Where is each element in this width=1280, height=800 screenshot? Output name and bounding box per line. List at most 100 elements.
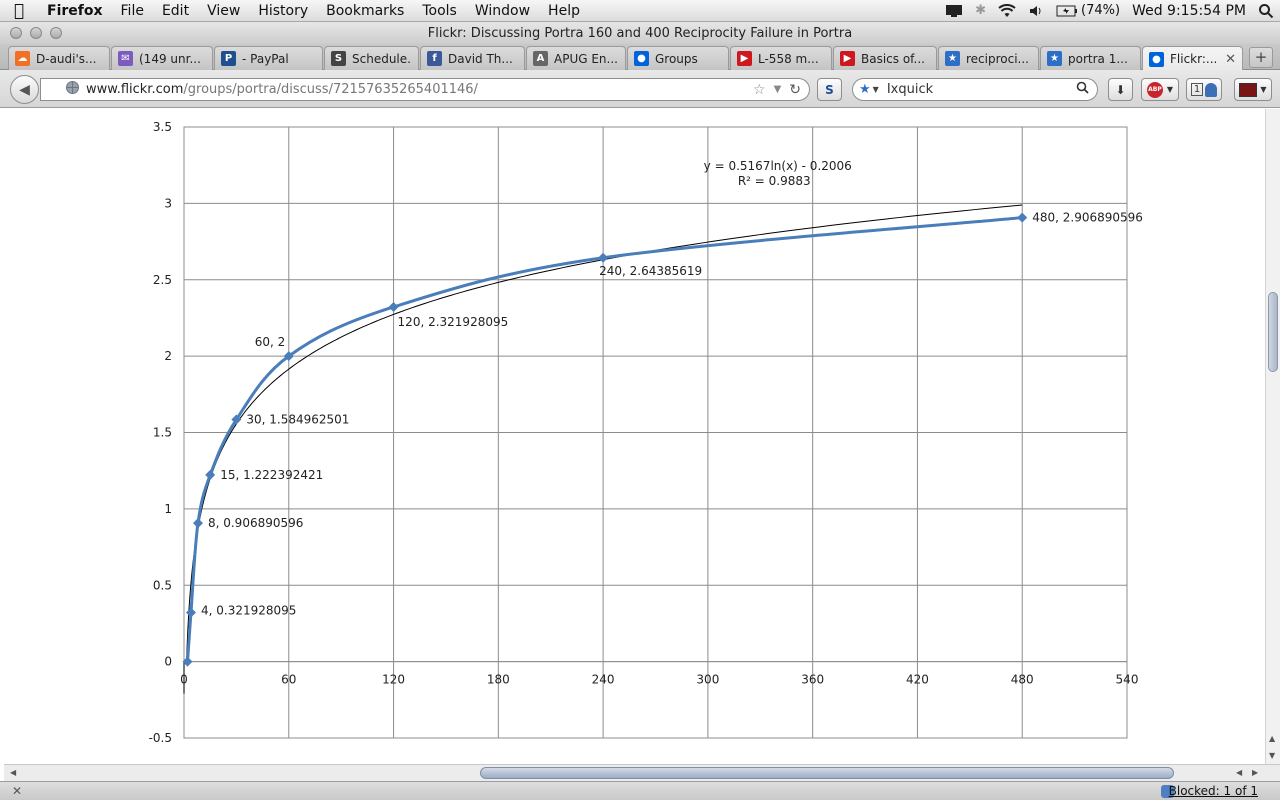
reload-icon[interactable]: ↻ — [789, 82, 801, 98]
tab-label: Schedule... — [352, 51, 412, 66]
tab-4[interactable]: S Schedule... — [324, 46, 419, 70]
display-icon[interactable] — [939, 4, 969, 18]
x-tick-label: 120 — [382, 673, 405, 687]
tab-1[interactable]: ☁ D-audi's... — [8, 46, 110, 70]
volume-icon[interactable] — [1022, 4, 1050, 18]
facebook-icon: f — [427, 51, 442, 66]
zoom-window-button[interactable] — [50, 27, 62, 39]
downloads-button[interactable]: ⬇ — [1108, 78, 1133, 101]
tab-2[interactable]: ✉ (149 unr... — [111, 46, 213, 70]
x-tick-label: 480 — [1011, 673, 1034, 687]
menu-help[interactable]: Help — [539, 0, 589, 22]
menu-history[interactable]: History — [249, 0, 317, 22]
back-arrow-icon: ◀ — [19, 81, 30, 98]
y-tick-label: 1.5 — [153, 426, 172, 440]
url-text[interactable]: www.flickr.com/groups/portra/discuss/721… — [86, 82, 478, 97]
tab-3[interactable]: P - PayPal — [214, 46, 323, 70]
menu-app-firefox[interactable]: Firefox — [38, 0, 112, 22]
menu-bookmarks[interactable]: Bookmarks — [317, 0, 413, 22]
menu-window[interactable]: Window — [466, 0, 539, 22]
y-tick-label: 2 — [164, 349, 172, 363]
tab-label: Flickr:... — [1170, 52, 1218, 66]
ghostery-icon — [1205, 82, 1218, 97]
url-host: www.flickr.com — [86, 82, 184, 97]
url-bar[interactable]: www.flickr.com/groups/portra/discuss/721… — [40, 78, 810, 101]
horizontal-scroll-thumb[interactable] — [480, 767, 1174, 779]
tab-12[interactable]: ● Flickr:... ✕ — [1142, 46, 1243, 71]
x-tick-label: 240 — [592, 673, 615, 687]
tab-close-icon[interactable]: ✕ — [1221, 52, 1236, 67]
tab-6[interactable]: A APUG En... — [526, 46, 626, 70]
tab-5[interactable]: f David Th... — [420, 46, 525, 70]
adblock-button[interactable]: ABP ▼ — [1141, 78, 1179, 101]
menu-file[interactable]: File — [112, 0, 153, 22]
data-label: 240, 2.64385619 — [599, 264, 702, 278]
scroll-left-end-arrow-icon[interactable]: ◀ — [1236, 768, 1242, 777]
battery-status[interactable]: (74%) — [1050, 3, 1126, 18]
wifi-icon[interactable] — [992, 3, 1022, 18]
search-bar[interactable]: ★ ▼ Ixquick — [852, 78, 1098, 101]
adblock-dropdown-icon: ▼ — [1166, 85, 1174, 94]
x-tick-label: 540 — [1116, 673, 1139, 687]
menu-tools[interactable]: Tools — [413, 0, 466, 22]
tab-11[interactable]: ★ portra 1... — [1040, 46, 1141, 70]
trendline-r-squared: R² = 0.9883 — [738, 174, 811, 188]
scroll-up-arrow-icon[interactable]: ▲ — [1269, 734, 1275, 743]
site-icon: S — [331, 51, 346, 66]
navigation-toolbar: www.flickr.com/groups/portra/discuss/721… — [0, 70, 1280, 108]
menu-edit[interactable]: Edit — [153, 0, 198, 22]
apple-icon[interactable]:  — [0, 0, 38, 22]
status-close-icon[interactable]: ✕ — [12, 784, 22, 798]
tab-8[interactable]: ▶ L-558 m... — [730, 46, 832, 70]
scroll-right-arrow-icon[interactable]: ▶ — [1252, 768, 1258, 777]
history-dropdown-icon[interactable]: ▼ — [774, 84, 782, 95]
globe-icon — [65, 80, 80, 99]
y-tick-label: 3.5 — [153, 120, 172, 134]
engine-dropdown-icon[interactable]: ▼ — [873, 85, 879, 94]
minimize-window-button[interactable] — [30, 27, 42, 39]
clock[interactable]: Wed 9:15:54 PM — [1126, 3, 1252, 19]
search-engine-name: Ixquick — [886, 82, 934, 97]
flickr-icon: ● — [1149, 51, 1164, 67]
horizontal-scrollbar[interactable]: ◀ ◀ ▶ — [4, 764, 1280, 781]
extension-icon — [1239, 82, 1258, 97]
y-tick-label: 0 — [164, 655, 172, 669]
tab-label: D-audi's... — [36, 51, 97, 66]
status-bar: ✕ Blocked: 1 of 1 — [0, 781, 1280, 800]
back-button[interactable]: ◀ — [10, 75, 39, 104]
addon-badge-count: 1 — [1190, 83, 1204, 96]
tab-label: Groups — [655, 51, 698, 66]
close-window-button[interactable] — [10, 27, 22, 39]
tab-label: (149 unr... — [139, 51, 201, 66]
search-icon[interactable] — [1076, 81, 1089, 98]
download-arrow-icon: ⬇ — [1115, 82, 1126, 97]
new-tab-button[interactable]: + — [1249, 47, 1273, 68]
bookmark-star-icon[interactable]: ☆ — [753, 82, 766, 98]
data-label: 4, 0.321928095 — [201, 603, 296, 617]
y-tick-label: 2.5 — [153, 273, 172, 287]
data-label: 15, 1.222392421 — [220, 468, 323, 482]
x-tick-label: 360 — [801, 673, 824, 687]
sync-button[interactable]: S — [817, 78, 842, 101]
extension-dropdown-icon: ▼ — [1260, 85, 1267, 94]
vertical-scrollbar[interactable]: ▲ ▼ — [1265, 109, 1280, 764]
y-tick-label: -0.5 — [149, 731, 172, 745]
vertical-scroll-thumb[interactable] — [1268, 292, 1278, 372]
menu-view[interactable]: View — [198, 0, 249, 22]
soundcloud-icon: ☁ — [15, 51, 30, 66]
tab-7[interactable]: ● Groups — [627, 46, 729, 70]
blocked-popups-link[interactable]: Blocked: 1 of 1 — [1169, 784, 1258, 798]
tab-10[interactable]: ★ reciproci... — [938, 46, 1039, 70]
scroll-left-arrow-icon[interactable]: ◀ — [10, 768, 16, 777]
menu-extension-button[interactable]: ▼ — [1234, 78, 1272, 101]
tab-label: portra 1... — [1068, 51, 1128, 66]
search-engine-star-icon[interactable]: ★ — [859, 82, 871, 97]
bluetooth-icon[interactable]: ✱ — [969, 3, 992, 18]
tab-label: reciproci... — [966, 51, 1029, 66]
youtube-icon: ▶ — [737, 51, 752, 66]
spotlight-icon[interactable] — [1252, 3, 1280, 19]
window-title: Flickr: Discussing Portra 160 and 400 Re… — [427, 25, 853, 41]
scroll-down-arrow-icon[interactable]: ▼ — [1269, 751, 1275, 760]
tab-9[interactable]: ▶ Basics of... — [833, 46, 937, 70]
addon-badge-button[interactable]: 1 — [1186, 78, 1222, 101]
